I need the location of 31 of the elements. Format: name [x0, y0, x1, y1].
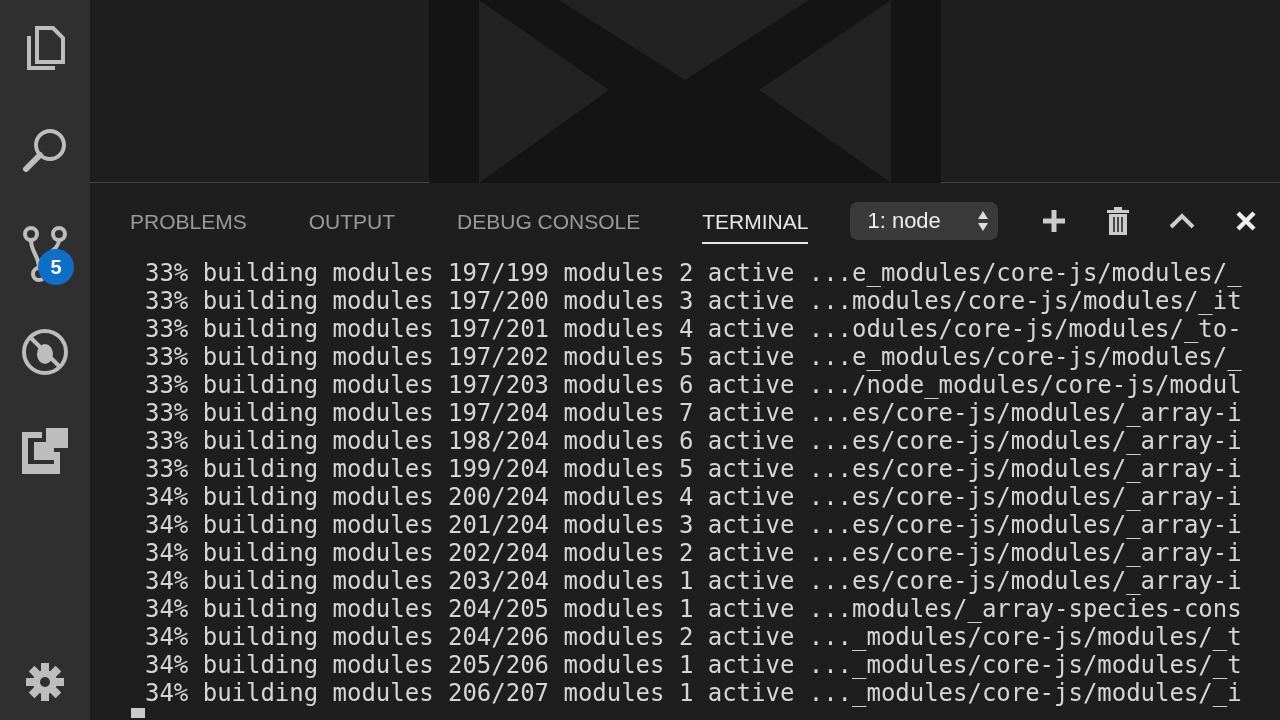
terminal-line: 34% building modules 204/205 modules 1 active ...modules/_array-species-cons [145, 595, 1243, 623]
count-badge: 5 [38, 249, 74, 285]
terminal-line: 33% building modules 197/203 modules 6 active .../node_modules/core-js/modul [145, 371, 1243, 399]
terminal-line: 33% building modules 197/200 modules 3 active ...modules/core-js/modules/_it [145, 287, 1243, 315]
panel-tab[interactable]: TERMINAL [702, 202, 809, 244]
close-icon[interactable] [1236, 211, 1257, 231]
extensions-icon [22, 428, 68, 474]
terminal-line: 33% building modules 197/201 modules 4 active ...odules/core-js/modules/_to- [145, 315, 1243, 343]
terminal-line: 33% building modules 199/204 modules 5 active ...es/core-js/modules/_array-i [145, 455, 1243, 483]
panel-tab[interactable]: PROBLEMS [130, 202, 247, 244]
terminal-line: 34% building modules 206/207 modules 1 active ..._modules/core-js/modules/_i [145, 679, 1243, 707]
no-bug-icon [20, 327, 70, 377]
panel-tab[interactable]: OUTPUT [308, 202, 396, 244]
terminal-line: 34% building modules 202/204 modules 2 active ...es/core-js/modules/_array-i [145, 539, 1243, 567]
terminal-line: 34% building modules 203/204 modules 1 active ...es/core-js/modules/_array-i [145, 567, 1243, 595]
updown-icon [978, 210, 989, 232]
terminal-line: 34% building modules 201/204 modules 3 active ...es/core-js/modules/_array-i [145, 511, 1243, 539]
terminal-line: 33% building modules 197/204 modules 7 active ...es/core-js/modules/_array-i [145, 399, 1243, 427]
terminal-line: 34% building modules 200/204 modules 4 active ...es/core-js/modules/_array-i [145, 483, 1243, 511]
terminal-cursor [131, 708, 145, 718]
trash-icon[interactable] [1107, 207, 1130, 235]
terminal-line: 33% building modules 197/202 modules 5 active ...e_modules/core-js/modules/_ [145, 343, 1243, 371]
terminal-select[interactable]: 1: node [850, 202, 999, 240]
settings-icon[interactable] [25, 662, 65, 702]
terminal-line: 33% building modules 198/204 modules 6 active ...es/core-js/modules/_array-i [145, 427, 1243, 455]
panel-tab[interactable]: DEBUG CONSOLE [457, 202, 641, 244]
terminal-line: 33% building modules 197/199 modules 2 active ...e_modules/core-js/modules/_ [145, 259, 1243, 287]
chevron-up-icon[interactable] [1169, 213, 1196, 229]
add-icon[interactable] [1042, 209, 1067, 233]
terminal-line: 34% building modules 205/206 modules 1 active ..._modules/core-js/modules/_t [145, 651, 1243, 679]
terminal-line: 34% building modules 204/206 modules 2 active ..._modules/core-js/modules/_t [145, 623, 1243, 651]
